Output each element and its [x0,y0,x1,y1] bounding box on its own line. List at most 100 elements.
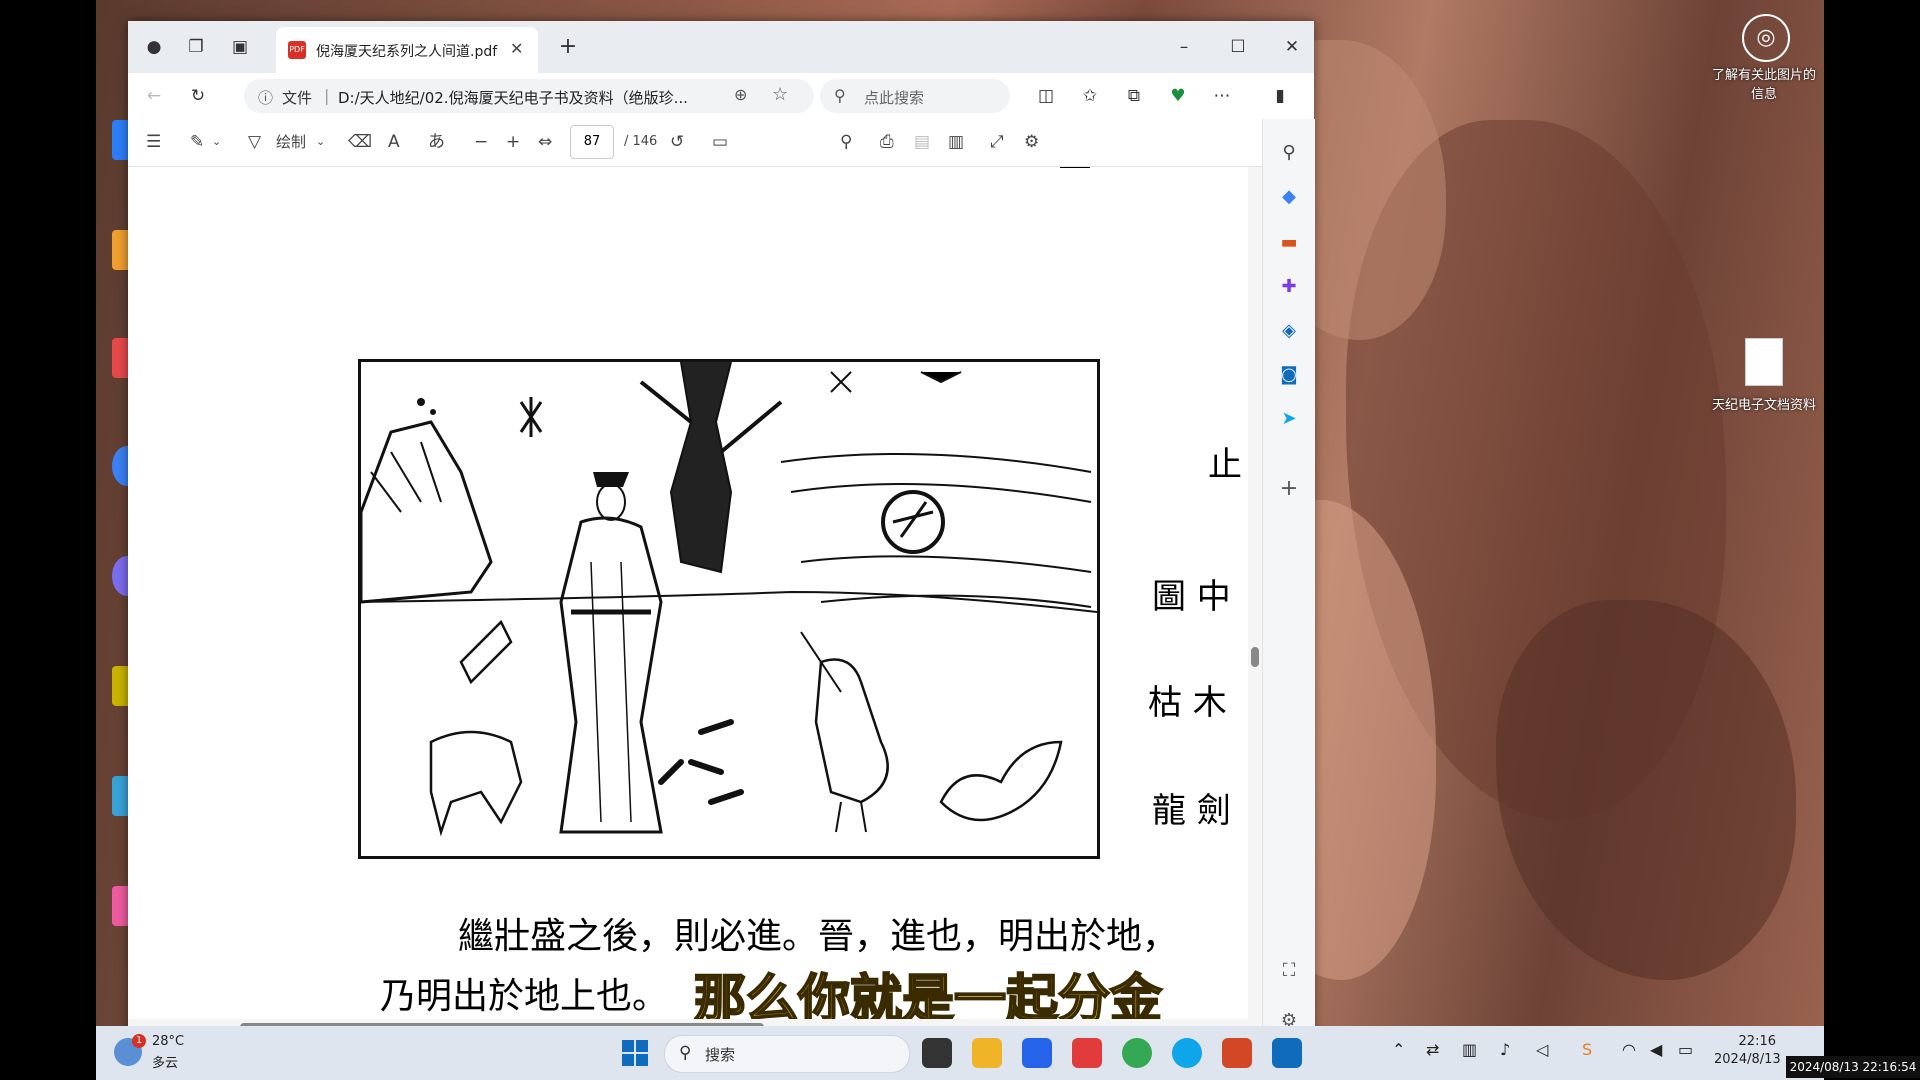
clock-time[interactable]: 22:16 [1714,1034,1776,1049]
address-bar[interactable]: ⓘ 文件 | D:/天人地纪/02.倪海厦天纪电子书及资料（绝版珍... ⊕ ☆ [244,79,814,113]
profile-icon[interactable]: ● [142,35,166,59]
wallpaper-rock [1496,600,1796,980]
search-icon[interactable]: ⚲ [1277,141,1301,165]
pdf-body-line-1: 繼壯盛之後，則必進。晉，進也，明出於地， [458,916,1179,957]
wifi-icon[interactable]: ◠ [1622,1040,1636,1059]
split-screen-icon[interactable]: ◫ [1034,84,1058,108]
rotate-icon[interactable]: ↺ [670,131,684,153]
tools-icon[interactable]: ▬ [1277,231,1301,255]
chevron-down-icon[interactable]: ⌄ [316,131,325,153]
tab-title: 倪海厦天纪系列之人间道.pdf [316,44,498,60]
print-icon[interactable]: ⎙ [880,131,894,153]
app-icon[interactable] [1022,1038,1052,1068]
page-number-input[interactable]: 87 [570,125,614,159]
draw-icon[interactable]: ▽ [248,131,261,153]
app-icon[interactable] [1072,1038,1102,1068]
read-aloud-icon[interactable]: A [388,131,400,153]
save-as-icon[interactable]: ▥ [948,131,964,153]
new-tab-icon[interactable]: + [556,35,580,59]
network-transfer-icon[interactable]: ⇄ [1426,1040,1439,1059]
weather-description[interactable]: 多云 [152,1052,178,1071]
page-total: / 146 [624,134,658,149]
screenshot-icon[interactable]: ⛶ [1277,959,1301,983]
tab-pdf[interactable]: PDF 倪海厦天纪系列之人间道.pdf ✕ [276,27,538,73]
erase-icon[interactable]: ⌫ [348,131,372,153]
search-icon: ⚲ [679,1043,692,1063]
microphone-icon[interactable]: ♪ [1500,1040,1510,1059]
close-tab-icon[interactable]: ✕ [510,39,523,58]
tab-actions-icon[interactable]: ▣ [228,35,252,59]
battery-icon[interactable]: ▭ [1678,1040,1693,1059]
settings-icon[interactable]: ⚙ [1024,131,1039,153]
weather-temperature[interactable]: 28°C [152,1034,184,1049]
address-divider: | [324,86,330,105]
page-view-icon[interactable]: ▭ [712,131,728,153]
shopping-tag-icon[interactable]: ◆ [1277,185,1301,209]
camera-info-icon[interactable]: ◎ [1742,14,1790,62]
app-icon[interactable] [1272,1038,1302,1068]
right-column-text: 枯 木 [1148,683,1227,723]
close-window-button[interactable]: ✕ [1280,35,1304,59]
vertical-scroll-thumb[interactable] [1251,647,1259,667]
info-icon[interactable]: ⓘ [258,87,273,108]
task-view-icon[interactable] [922,1038,952,1068]
favorites-icon[interactable]: ✩ [1078,84,1102,108]
refresh-icon[interactable]: ↻ [186,84,210,108]
pdf-body-line-2: 乃明出於地上也。 [380,976,669,1017]
taskbar: 1 28°C 多云 ⚲ 搜索 ⌃ ⇄ ▥ ♪ ◁ S ◠ ◀ ▭ 22:16 2… [96,1026,1824,1080]
right-column-text: 圖 中 [1152,577,1231,617]
right-column-text: 止 [1208,445,1242,485]
edge-sidebar: ⚲ ◆ ▬ ✚ ◈ ◙ ➤ + ⛶ ⚙ [1262,119,1315,1035]
zoom-icon[interactable]: ⊕ [734,85,747,104]
highlight-icon[interactable]: ✎ [190,131,204,153]
maximize-button[interactable]: ☐ [1226,35,1250,59]
microsoft365-icon[interactable]: ◈ [1277,319,1301,343]
chevron-up-icon[interactable]: ⌃ [1392,1040,1405,1059]
browser-essentials-icon[interactable]: ♥ [1166,84,1190,108]
right-column-text: 龍 劍 [1152,791,1231,831]
fit-page-icon[interactable]: ⇔ [538,131,552,153]
add-app-icon[interactable]: + [1277,477,1301,501]
ime-icon[interactable]: S [1582,1040,1592,1059]
sidebar-toggle-icon[interactable]: ▮ [1268,84,1292,108]
powerpoint-icon[interactable] [1222,1038,1252,1068]
edge-icon[interactable] [1172,1038,1202,1068]
drop-icon[interactable]: ➤ [1277,407,1301,431]
speaker-icon[interactable]: ◁ [1536,1040,1548,1059]
collections-icon[interactable]: ⧉ [1122,84,1146,108]
translate-icon[interactable]: あ [428,131,445,153]
zoom-in-icon[interactable]: + [506,131,520,153]
find-icon[interactable]: ⚲ [840,131,852,153]
pdf-viewer[interactable]: 止 圖 中 枯 木 龍 劍 繼壯盛之後，則必進。晉，進也，明出於地， 乃明出於地… [128,167,1262,1035]
document-file-icon[interactable] [1745,338,1783,386]
outlook-icon[interactable]: ◙ [1277,363,1301,387]
vertical-scrollbar[interactable] [1248,167,1262,1035]
file-icon-label[interactable]: 天纪电子文档资料 [1712,394,1816,413]
zoom-out-icon[interactable]: − [474,131,488,153]
workspaces-icon[interactable]: ❐ [184,35,208,59]
volume-icon[interactable]: ◀ [1650,1040,1662,1059]
chrome-icon[interactable] [1122,1038,1152,1068]
tray-app-icon[interactable]: ▥ [1462,1040,1477,1059]
search-icon: ⚲ [834,86,846,105]
pdf-file-icon: PDF [288,41,306,59]
save-icon[interactable]: ▤ [914,131,930,153]
fullscreen-icon[interactable]: ⤢ [990,131,1004,153]
back-icon[interactable]: ← [142,84,166,108]
file-explorer-icon[interactable] [972,1038,1002,1068]
taskbar-search-box[interactable]: ⚲ 搜索 [664,1035,910,1073]
more-menu-icon[interactable]: ⋯ [1210,84,1234,108]
games-icon[interactable]: ✚ [1277,275,1301,299]
pdf-toolbar: ☰ ✎ ⌄ ▽ 绘制 ⌄ ⌫ A あ − + ⇔ 87 / 146 ↺ ▭ ⚲ … [128,119,1262,167]
favorite-star-icon[interactable]: ☆ [772,84,788,105]
file-scheme-label: 文件 [282,89,313,107]
draw-label[interactable]: 绘制 [276,131,306,153]
chevron-down-icon[interactable]: ⌄ [212,131,221,153]
contents-icon[interactable]: ☰ [146,131,161,153]
address-bar-row: ← ↻ ⓘ 文件 | D:/天人地纪/02.倪海厦天纪电子书及资料（绝版珍...… [128,73,1314,119]
search-box[interactable]: ⚲ 点此搜索 [820,79,1010,113]
clock-date[interactable]: 2024/8/13 [1714,1052,1781,1067]
minimize-button[interactable]: – [1172,35,1196,59]
photo-info-label[interactable]: 了解有关此图片的信息 [1712,64,1816,102]
start-button[interactable] [622,1040,648,1066]
